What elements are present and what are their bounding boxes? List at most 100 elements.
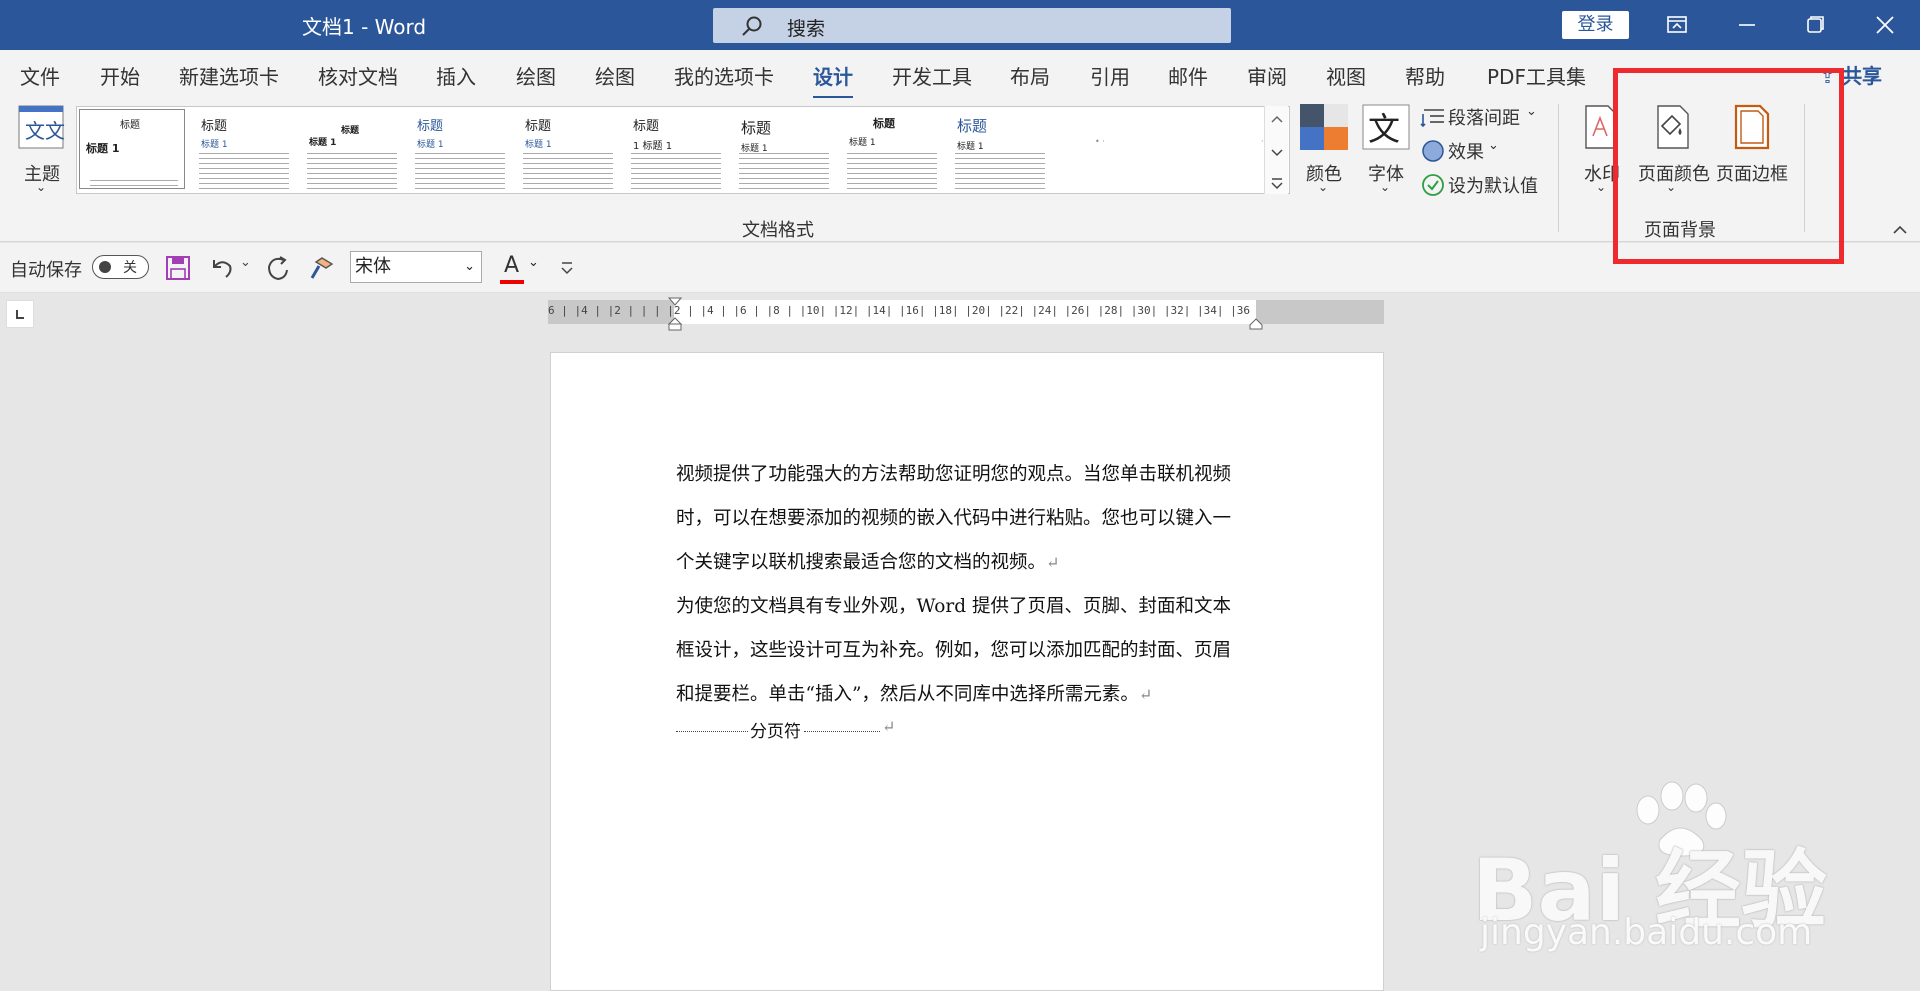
highlight-box (1613, 68, 1844, 264)
toggle-knob (99, 261, 111, 273)
tab-my-tab[interactable]: 我的选项卡 (674, 61, 774, 90)
tab-insert[interactable]: 插入 (436, 61, 476, 90)
minimize-icon[interactable] (1727, 8, 1767, 42)
gallery-expand-icon[interactable] (1265, 170, 1289, 198)
login-button[interactable]: 登录 (1562, 11, 1629, 39)
effects-icon (1422, 140, 1444, 162)
tab-file[interactable]: 文件 (20, 61, 60, 90)
paragraph-2[interactable]: 为使您的文档具有专业外观，Word 提供了页眉、页脚、封面和文本 框设计，这些设… (676, 585, 1276, 717)
effects-button[interactable]: 效果 ⌄ (1420, 138, 1520, 164)
chevron-down-icon: ⌄ (1318, 180, 1329, 194)
text-line: 和提要栏。单击“插入”，然后从不同库中选择所需元素。↵ (676, 684, 1153, 705)
style-thumb-blank[interactable]: • · (1053, 109, 1159, 189)
style-thumb[interactable]: 标题 标题 1 (297, 109, 403, 189)
chevron-down-icon: ⌄ (1380, 180, 1391, 194)
watermark-url: jingyan.baidu.com (1480, 912, 1813, 953)
style-thumb[interactable]: 标题 标题 1 (729, 109, 835, 189)
font-color-bar (500, 280, 524, 284)
font-name-select[interactable]: 宋体 ⌄ (350, 251, 482, 283)
tab-selector[interactable] (6, 300, 34, 328)
chevron-down-icon: ⌄ (36, 180, 47, 194)
style-thumb[interactable]: 标题 标题 1 (837, 109, 943, 189)
paragraph-spacing-button[interactable]: 段落间距 ⌄ (1420, 104, 1550, 130)
tab-references[interactable]: 引用 (1090, 61, 1130, 90)
style-thumb[interactable]: 标题 标题 1 (945, 109, 1051, 189)
tab-new[interactable]: 新建选项卡 (179, 61, 279, 90)
collapse-ribbon-icon[interactable] (1890, 222, 1910, 236)
horizontal-ruler[interactable]: 6 | |4 | |2 | | | |2 | |4 | |6 | |8 | |1… (548, 297, 1384, 331)
save-icon[interactable] (164, 254, 192, 282)
autosave-label: 自动保存 (10, 260, 82, 281)
tab-view[interactable]: 视图 (1326, 61, 1366, 90)
format-painter-icon[interactable] (308, 254, 336, 282)
search-icon (742, 16, 762, 36)
chevron-down-icon: ⌄ (1526, 104, 1537, 119)
colors-button[interactable]: 颜色 ⌄ (1298, 104, 1350, 200)
redo-icon[interactable] (264, 254, 292, 282)
fonts-icon: 文 (1362, 104, 1410, 150)
text-line: 视频提供了功能强大的方法帮助您证明您的观点。当您单击联机视频 (676, 464, 1232, 485)
indent-marker[interactable] (667, 296, 683, 332)
font-color-button[interactable]: A ⌄ (500, 253, 542, 284)
chevron-down-icon: ⌄ (1488, 138, 1499, 153)
right-indent-marker[interactable] (1248, 318, 1264, 330)
paragraph-mark: ↵ (1138, 685, 1153, 704)
text-line: 为使您的文档具有专业外观，Word 提供了页眉、页脚、封面和文本 (676, 596, 1231, 617)
undo-icon[interactable] (208, 254, 236, 282)
style-thumb[interactable]: 标题 标题 1 (513, 109, 619, 189)
group-divider (1558, 104, 1559, 232)
title-bar: 文档1 - Word 搜索 登录 (0, 0, 1920, 50)
text-line: 框设计，这些设计可互为补充。例如，您可以添加匹配的封面、页眉 (676, 640, 1232, 661)
chevron-down-icon: ⌄ (528, 255, 539, 270)
paragraph-spacing-icon (1420, 109, 1444, 128)
restore-icon[interactable] (1795, 8, 1835, 42)
tab-pdf-tools[interactable]: PDF工具集 (1487, 61, 1586, 90)
chevron-down-icon[interactable] (1265, 138, 1289, 166)
tab-home[interactable]: 开始 (100, 61, 140, 90)
fonts-button[interactable]: 文 字体 ⌄ (1360, 104, 1412, 200)
tab-help[interactable]: 帮助 (1405, 61, 1445, 90)
tab-mailings[interactable]: 邮件 (1168, 61, 1208, 90)
document-page[interactable]: 视频提供了功能强大的方法帮助您证明您的观点。当您单击联机视频 时，可以在想要添加… (550, 352, 1384, 991)
set-default-button[interactable]: 设为默认值 (1420, 172, 1550, 198)
chevron-down-icon[interactable]: ⌄ (240, 255, 251, 270)
autosave-toggle[interactable]: 关 (92, 255, 149, 279)
tab-developer[interactable]: 开发工具 (892, 61, 972, 90)
paragraph-mark: ↵ (1046, 553, 1060, 572)
tab-design[interactable]: 设计 (813, 61, 853, 99)
tab-review[interactable]: 审阅 (1247, 61, 1287, 90)
font-name-value: 宋体 (355, 256, 391, 277)
svg-text:文文: 文文 (25, 119, 65, 143)
chevron-down-icon: ⌄ (464, 259, 475, 274)
style-thumb[interactable]: 标题 标题 1 (189, 109, 295, 189)
tab-check-doc[interactable]: 核对文档 (318, 61, 398, 90)
gallery-scroll[interactable] (1264, 106, 1288, 194)
share-label: 共享 (1842, 64, 1883, 88)
document-format-gallery[interactable]: 标题 标题 1 标题 标题 1 标题 标题 1 标题 标题 1 标题 标题 1 … (76, 106, 1290, 194)
paragraph-1[interactable]: 视频提供了功能强大的方法帮助您证明您的观点。当您单击联机视频 时，可以在想要添加… (676, 453, 1276, 585)
toggle-state: 关 (123, 260, 137, 276)
ribbon-display-icon[interactable] (1657, 8, 1697, 42)
tab-draw-1[interactable]: 绘图 (516, 61, 556, 90)
style-thumb[interactable]: 标题 标题 1 (405, 109, 511, 189)
style-thumb[interactable]: 标题 1 标题 1 (621, 109, 727, 189)
page-break[interactable]: 分页符 ↵ (676, 715, 896, 742)
page-break-dots-left (676, 731, 748, 732)
search-placeholder: 搜索 (787, 18, 826, 40)
page-break-dots-right (804, 731, 880, 732)
paragraph-spacing-label: 段落间距 (1448, 108, 1520, 129)
document-title: 文档1 - Word (302, 15, 427, 39)
tab-draw-2[interactable]: 绘图 (595, 61, 635, 90)
close-icon[interactable] (1865, 8, 1905, 42)
effects-label: 效果 (1448, 142, 1484, 163)
doc-format-group-label: 文档格式 (742, 220, 814, 241)
baidu-watermark: Bai 经验 jingyan.baidu.com (1470, 780, 1910, 960)
chevron-up-icon[interactable] (1265, 106, 1289, 134)
style-thumb[interactable]: 标题 标题 1 (79, 109, 185, 189)
customize-toolbar-icon[interactable] (558, 259, 576, 279)
font-color-letter: A (504, 253, 520, 278)
style-thumb-blank[interactable]: · (1161, 109, 1267, 189)
tab-layout[interactable]: 布局 (1010, 61, 1050, 90)
search-box[interactable]: 搜索 (713, 8, 1231, 43)
theme-button[interactable]: 文文 主题 ⌄ (12, 104, 72, 200)
